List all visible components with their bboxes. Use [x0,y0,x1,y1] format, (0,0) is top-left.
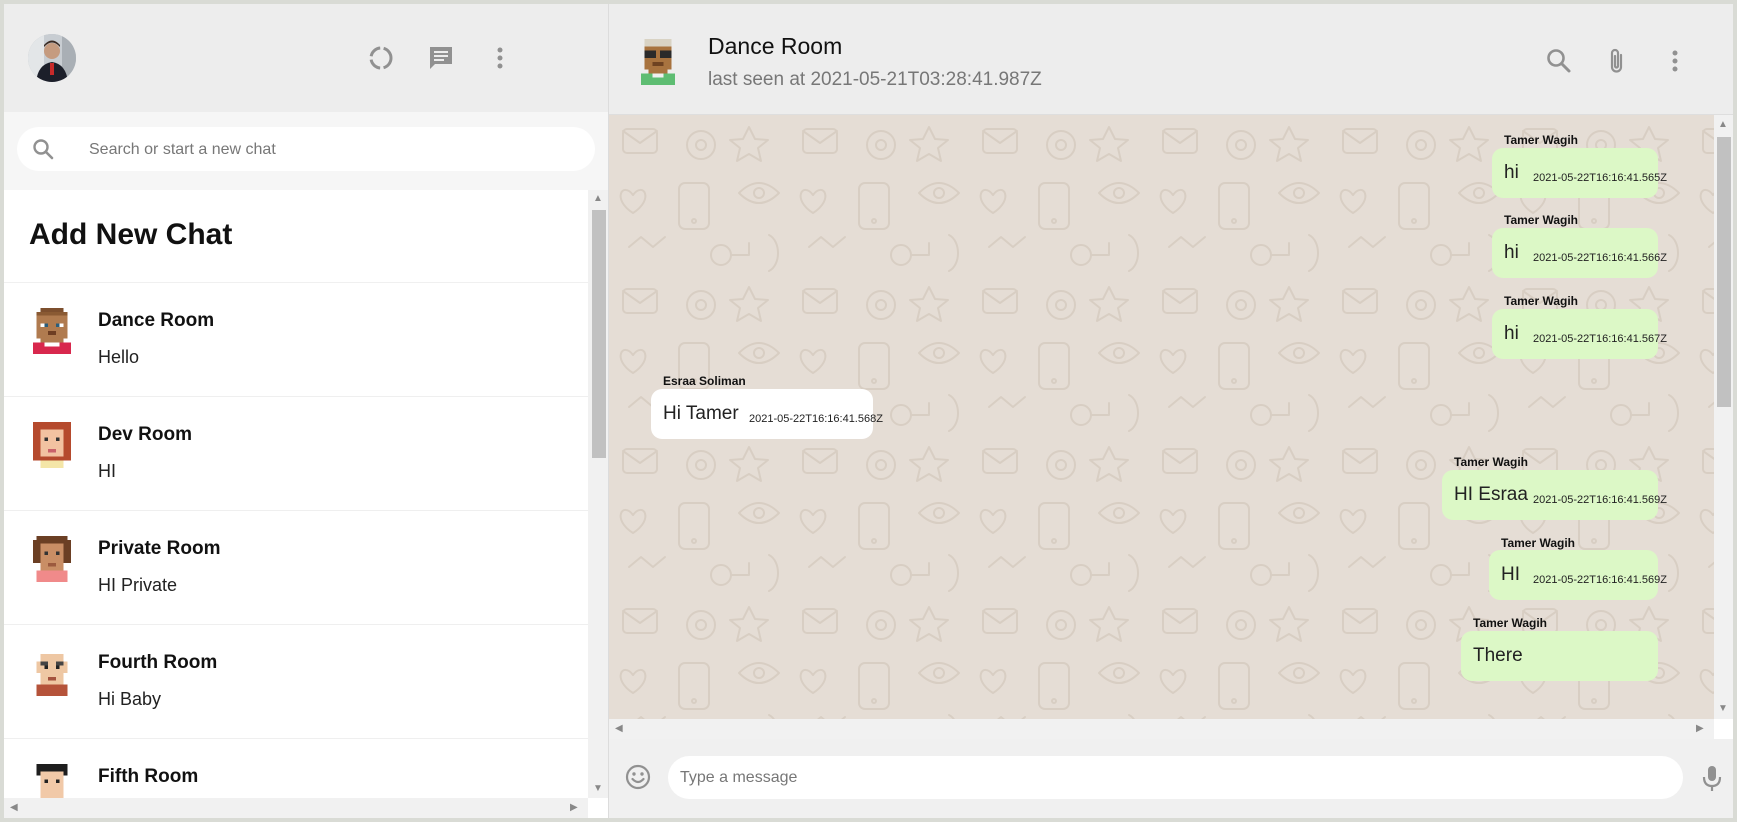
sidebar-vertical-scrollbar[interactable]: ▲ ▼ [588,190,608,798]
new-chat-icon[interactable] [427,44,455,72]
add-new-chat-button[interactable]: Add New Chat [4,190,588,283]
message-text: hi [1504,242,1519,263]
whatsapp-clone-window: Add New Chat [4,4,1733,818]
sidebar: Add New Chat [4,4,609,818]
message-timestamp: 2021-05-22T16:16:41.568Z [749,413,883,425]
message-text: hi [1504,162,1519,183]
scroll-left-arrow-icon[interactable]: ◀ [10,803,18,813]
chat-last-message: HI [98,461,116,481]
message-input[interactable] [668,756,1683,799]
avatar-bald-man [29,650,75,696]
scrollbar-thumb[interactable] [1717,137,1731,407]
scroll-right-arrow-icon[interactable]: ▶ [1696,724,1704,734]
scroll-left-arrow-icon[interactable]: ◀ [615,724,623,734]
messages-horizontal-scrollbar[interactable]: ◀ ▶ [609,719,1714,739]
message-timestamp: 2021-05-22T16:16:41.565Z [1533,172,1667,184]
room-avatar[interactable] [637,39,679,85]
avatar-curly-brown-hair [29,536,75,582]
outgoing-message-bubble[interactable]: hi 2021-05-22T16:16:41.567Z [1492,309,1667,359]
chat-panel: Dance Room last seen at 2021-05-21T03:28… [609,4,1733,818]
chat-item-dance-room[interactable]: Dance Room Hello [4,282,588,397]
search-box[interactable] [17,127,595,171]
scroll-up-arrow-icon[interactable]: ▲ [1718,120,1728,130]
message-sender: Tamer Wagih [1454,455,1529,469]
scroll-down-arrow-icon[interactable]: ▼ [1718,704,1728,714]
search-bar [4,112,608,190]
chat-item-fourth-room[interactable]: Fourth Room Hi Baby [4,624,588,739]
message-timestamp: 2021-05-22T16:16:41.566Z [1533,252,1667,264]
message-timestamp: 2021-05-22T16:16:41.569Z [1533,494,1667,506]
message-text: Hi Tamer [663,403,739,424]
chat-list: Add New Chat Dance Room Hello Dev Room H… [4,190,588,798]
chat-last-message: Hello [98,347,140,367]
microphone-icon[interactable] [1699,763,1725,793]
sidebar-horizontal-scrollbar[interactable]: ◀ ▶ [4,798,588,818]
message-text: There [1473,645,1523,666]
chat-item-dev-room[interactable]: Dev Room HI [4,396,588,511]
message-area: Tamer Wagih hi 2021-05-22T16:16:41.565Z … [609,115,1714,719]
chat-name: Dance Room [98,310,215,331]
message-timestamp: 2021-05-22T16:16:41.569Z [1533,574,1667,586]
scroll-up-arrow-icon[interactable]: ▲ [593,194,603,204]
chat-item-private-room[interactable]: Private Room HI Private [4,510,588,625]
outgoing-message-bubble[interactable]: There [1461,631,1658,681]
search-input[interactable] [87,137,571,163]
outgoing-message-bubble[interactable]: hi 2021-05-22T16:16:41.566Z [1492,228,1667,278]
chat-name: Fourth Room [98,652,218,673]
status-icon[interactable] [367,44,395,72]
chat-item-fifth-room[interactable]: Fifth Room [4,738,588,798]
outgoing-message-bubble[interactable]: HI Esraa 2021-05-22T16:16:41.569Z [1442,470,1667,520]
attach-icon[interactable] [1603,46,1631,76]
incoming-message-bubble[interactable]: Hi Tamer 2021-05-22T16:16:41.568Z [651,389,883,439]
scrollbar-thumb[interactable] [592,210,606,458]
message-sender: Esraa Soliman [663,374,746,388]
message-timestamp: 2021-05-22T16:16:41.567Z [1533,333,1667,345]
search-messages-icon[interactable] [1545,46,1573,76]
scroll-down-arrow-icon[interactable]: ▼ [593,784,603,794]
chat-last-message: Hi Baby [98,689,162,709]
message-sender: Tamer Wagih [1504,213,1579,227]
last-seen-status: last seen at 2021-05-21T03:28:41.987Z [708,69,1042,90]
chat-menu-dots-icon[interactable] [1661,46,1689,76]
chat-name: Dev Room [98,424,192,445]
message-composer [609,739,1733,818]
emoji-icon[interactable] [624,763,652,791]
chat-title: Dance Room [708,33,843,59]
messages-vertical-scrollbar[interactable]: ▲ ▼ [1714,115,1733,719]
message-sender: Tamer Wagih [1473,616,1548,630]
sidebar-header [4,4,608,112]
search-icon [31,137,55,161]
message-text: HI [1501,564,1520,585]
chat-last-message: HI Private [98,575,178,595]
scroll-right-arrow-icon[interactable]: ▶ [570,803,578,813]
chat-name: Private Room [98,538,221,559]
avatar-black-hair [29,764,75,798]
chat-header: Dance Room last seen at 2021-05-21T03:28… [609,4,1733,115]
message-sender: Tamer Wagih [1501,536,1576,550]
outgoing-message-bubble[interactable]: hi 2021-05-22T16:16:41.565Z [1492,148,1667,198]
message-sender: Tamer Wagih [1504,133,1579,147]
avatar-red-hair [29,422,75,468]
user-avatar[interactable] [28,34,76,82]
avatar-dark-skin-grey-hair [29,308,75,354]
menu-dots-icon[interactable] [486,44,514,72]
message-text: HI Esraa [1454,484,1528,505]
message-sender: Tamer Wagih [1504,294,1579,308]
chat-name: Fifth Room [98,766,199,787]
message-text: hi [1504,323,1519,344]
outgoing-message-bubble[interactable]: HI 2021-05-22T16:16:41.569Z [1489,550,1667,600]
add-new-chat-label: Add New Chat [29,218,233,251]
